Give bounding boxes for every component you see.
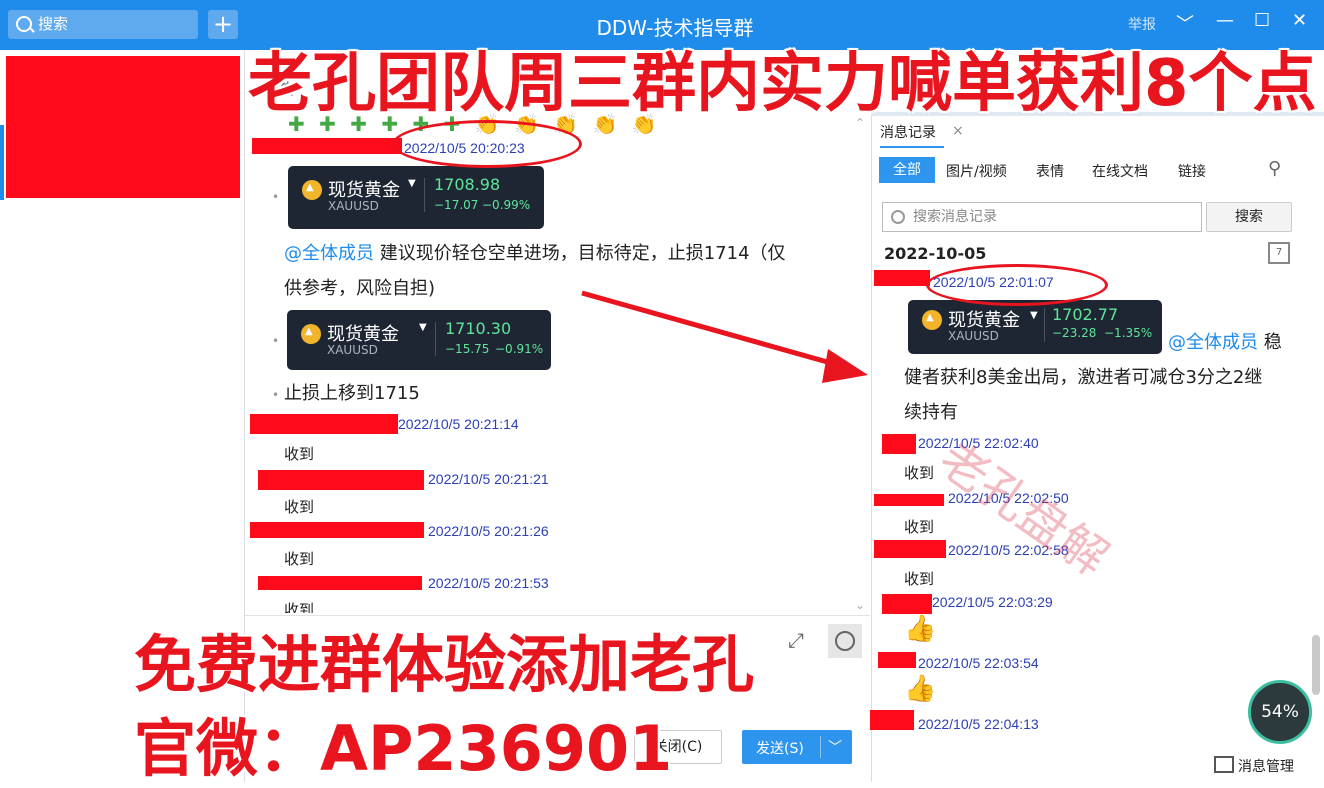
reply-timestamp: 2022/10/5 20:21:14 — [398, 416, 519, 432]
clock-icon — [835, 631, 855, 651]
history-gold-quote-card[interactable]: 现货黄金 ▼ XAUUSD 1702.77 −23.28 −1.35% — [908, 300, 1162, 354]
message-manage-button[interactable]: 消息管理 — [1214, 756, 1294, 776]
reply-timestamp: 2022/10/5 20:21:21 — [428, 471, 549, 487]
promo-headline: 老孔团队周三群内实力喊单获利8个点 — [248, 47, 1317, 121]
history-reply-text: 收到 — [904, 570, 935, 588]
gold-coin-icon — [922, 310, 942, 330]
reply-text: 收到 — [284, 445, 315, 463]
add-button[interactable]: + — [208, 10, 238, 39]
filter-emoji[interactable]: 表情 — [1036, 161, 1064, 181]
filter-docs[interactable]: 在线文档 — [1092, 161, 1148, 181]
close-tab-icon[interactable]: × — [952, 123, 964, 139]
quote-change: −17.07 — [434, 198, 479, 212]
search-icon — [891, 210, 905, 224]
redacted-block — [6, 56, 240, 198]
redacted-name — [252, 138, 402, 154]
history-search-input[interactable]: 搜索消息记录 — [882, 202, 1202, 232]
history-scrollbar[interactable] — [1312, 635, 1320, 695]
quote-price: 1710.30 — [445, 319, 512, 338]
gold-quote-card[interactable]: 现货黄金 ▼ XAUUSD 1708.98 −17.07 −0.99% — [288, 166, 544, 229]
reply-text: 收到 — [284, 498, 315, 516]
redacted-name — [250, 414, 398, 434]
quote-code: XAUUSD — [327, 343, 378, 357]
search-box[interactable]: 搜索 — [8, 10, 198, 39]
promo-bottom-line-1: 免费进群体验添加老孔 — [134, 628, 755, 701]
highlight-ellipse — [926, 264, 1108, 306]
quote-price: 1708.98 — [434, 175, 501, 194]
expand-icon[interactable]: ⤢ — [788, 628, 804, 652]
gold-coin-icon — [301, 324, 321, 344]
filter-all[interactable]: 全部 — [879, 157, 935, 183]
history-reply-timestamp: 2022/10/5 22:03:54 — [918, 655, 1039, 671]
filter-links[interactable]: 链接 — [1178, 161, 1206, 181]
history-date: 2022-10-05 — [884, 244, 987, 263]
send-button[interactable]: 发送(S) ﹀ — [742, 730, 852, 764]
filter-icon[interactable]: ⚲ — [1268, 158, 1281, 179]
annotation-arrow — [581, 290, 868, 383]
history-search-button[interactable]: 搜索 — [1206, 202, 1292, 232]
reply-timestamp: 2022/10/5 20:21:26 — [428, 523, 549, 539]
reply-timestamp: 2022/10/5 20:21:53 — [428, 575, 549, 591]
tab-message-history[interactable]: 消息记录 — [880, 122, 936, 142]
filter-media[interactable]: 图片/视频 — [946, 161, 1007, 181]
thumbs-up-icon: 👍 — [904, 614, 937, 644]
collapse-down-icon[interactable]: ⌄ — [855, 598, 865, 612]
manage-icon — [1214, 756, 1234, 773]
redacted-name — [258, 576, 422, 590]
maximize-icon[interactable]: ☐ — [1254, 10, 1270, 31]
caret-down-icon: ▼ — [408, 178, 416, 189]
quote-code: XAUUSD — [328, 199, 379, 213]
search-icon — [16, 16, 32, 32]
highlight-ellipse — [392, 120, 582, 168]
quote-percent: −0.99% — [482, 198, 531, 212]
message-text-2: 止损上移到1715 — [284, 383, 420, 404]
quote-code: XAUUSD — [948, 329, 999, 343]
performance-gauge[interactable]: 54% — [1248, 680, 1312, 744]
close-icon[interactable]: ✕ — [1292, 10, 1307, 31]
quote-price: 1702.77 — [1052, 305, 1119, 324]
search-placeholder: 搜索 — [38, 15, 69, 33]
history-button[interactable] — [828, 624, 862, 658]
history-message-first: @全体成员 稳 — [1168, 332, 1282, 353]
redacted-name — [250, 522, 424, 538]
quote-change: −15.75 — [445, 342, 490, 356]
caret-down-icon: ▼ — [1030, 310, 1038, 321]
thumbs-up-icon: 👍 — [904, 674, 937, 704]
selected-indicator — [0, 125, 4, 200]
report-link[interactable]: 举报 — [1128, 14, 1156, 34]
history-message-rest: 健者获利8美金出局，激进者可减仓3分之2继 续持有 — [904, 367, 1263, 423]
promo-bottom-line-2: 官微：AP236901 — [134, 712, 673, 785]
gold-coin-icon — [302, 180, 322, 200]
redacted-name — [874, 270, 930, 286]
redacted-name — [258, 470, 424, 490]
minimize-icon[interactable]: — — [1216, 10, 1234, 31]
reply-text: 收到 — [284, 601, 315, 613]
history-reply-timestamp: 2022/10/5 22:03:29 — [932, 594, 1053, 610]
reply-text: 收到 — [284, 550, 315, 568]
calendar-icon[interactable]: 7 — [1268, 242, 1290, 264]
caret-down-icon: ▼ — [419, 322, 427, 333]
history-reply-timestamp: 2022/10/5 22:04:13 — [918, 716, 1039, 732]
quote-percent: −0.91% — [495, 342, 544, 356]
mention-all[interactable]: @全体成员 — [284, 243, 374, 264]
chevron-down-icon[interactable]: ﹀ — [828, 737, 842, 757]
history-reply-text: 收到 — [904, 518, 935, 536]
gold-quote-card-2[interactable]: 现货黄金 ▼ XAUUSD 1710.30 −15.75 −0.91% — [287, 310, 551, 370]
mention-all[interactable]: @全体成员 — [1168, 332, 1258, 353]
quote-change: −23.28 — [1052, 326, 1097, 340]
quote-percent: −1.35% — [1104, 326, 1153, 340]
